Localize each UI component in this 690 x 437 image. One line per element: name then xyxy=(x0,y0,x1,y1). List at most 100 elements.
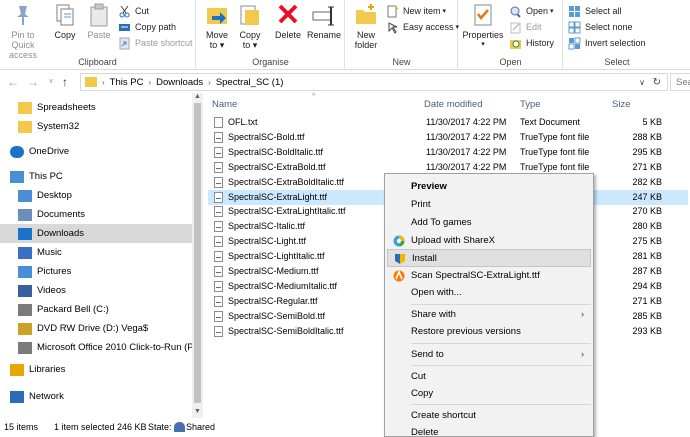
nav-item-videos[interactable]: Videos xyxy=(0,281,192,300)
item-count: 15 items xyxy=(4,422,39,432)
file-name: OFL.txt xyxy=(228,117,258,127)
select-all-button[interactable]: Select all xyxy=(568,3,622,19)
new-folder-button[interactable]: New folder xyxy=(350,2,382,50)
file-type: Text Document xyxy=(520,117,581,127)
address-dropdown-icon[interactable]: ∨ xyxy=(639,78,645,87)
scroll-up-arrow[interactable]: ▲ xyxy=(192,93,203,103)
paste-shortcut-label: Paste shortcut xyxy=(135,38,193,48)
menu-item-open-with[interactable]: Open with... xyxy=(387,284,591,302)
properties-dropdown-icon: ▾ xyxy=(481,41,485,48)
forward-button[interactable]: → xyxy=(26,75,40,89)
column-header-type[interactable]: Type xyxy=(520,99,541,114)
open-group-label: Open xyxy=(499,57,522,67)
menu-item-share-with[interactable]: Share with › xyxy=(387,306,591,324)
properties-button[interactable]: Properties ▾ xyxy=(461,2,505,50)
nav-item-label: Documents xyxy=(37,209,86,220)
history-button[interactable]: History xyxy=(509,35,554,51)
menu-item-print[interactable]: Print xyxy=(387,196,591,214)
nav-item-music[interactable]: Music xyxy=(0,243,192,262)
select-none-button[interactable]: Select none xyxy=(568,19,633,35)
paste-shortcut-button[interactable]: Paste shortcut xyxy=(118,35,193,51)
nav-item-label: Spreadsheets xyxy=(37,102,96,113)
menu-label: Send to xyxy=(411,349,444,360)
menu-item-copy[interactable]: Copy xyxy=(387,385,591,403)
pin-quick-access-button[interactable]: Pin to Quick access xyxy=(0,2,46,60)
menu-label: Copy xyxy=(411,388,434,399)
file-row[interactable]: SpectralSC-Bold.ttf 11/30/2017 4:22 PM Tru… xyxy=(208,130,688,145)
shield-icon xyxy=(394,253,406,265)
new-item-button[interactable]: New item ▾ xyxy=(386,3,446,19)
copy-to-button[interactable]: Copy to ▾ xyxy=(235,2,265,50)
file-date: 11/30/2017 4:22 PM xyxy=(426,117,507,127)
menu-item-preview[interactable]: Preview xyxy=(387,178,591,196)
menu-item-restore-versions[interactable]: Restore previous versions xyxy=(387,323,591,341)
easy-access-icon xyxy=(386,21,399,34)
back-button[interactable]: ← xyxy=(6,75,20,89)
nav-item-onedrive[interactable]: OneDrive xyxy=(0,142,192,161)
new-item-icon xyxy=(386,5,399,18)
nav-item-desktop[interactable]: Desktop xyxy=(0,186,192,205)
nav-item-microsoft-office-2010-click-to-run-pr[interactable]: Microsoft Office 2010 Click-to-Run (Pr xyxy=(0,338,192,357)
nav-item-packard-bell-c[interactable]: Packard Bell (C:) xyxy=(0,300,192,319)
paste-shortcut-icon xyxy=(118,37,131,50)
font-file-icon xyxy=(214,131,223,143)
nav-item-documents[interactable]: Documents xyxy=(0,205,192,224)
move-to-label: Move to ▾ xyxy=(205,30,228,50)
dvd-icon xyxy=(18,322,32,335)
breadcrumb-spectral[interactable]: Spectral_SC (1) xyxy=(216,77,284,88)
menu-item-upload-sharex[interactable]: Upload with ShareX xyxy=(387,232,591,250)
column-header-date[interactable]: Date modified xyxy=(424,99,483,114)
file-row[interactable]: OFL.txt 11/30/2017 4:22 PM Text Document 5 … xyxy=(208,115,688,130)
nav-item-label: Videos xyxy=(37,285,66,296)
paste-button[interactable]: Paste xyxy=(84,2,114,40)
menu-item-delete[interactable]: Delete xyxy=(387,424,591,437)
nav-scrollbar[interactable]: ▲ ▼ xyxy=(192,93,203,418)
drive-icon xyxy=(18,303,32,316)
nav-item-system32[interactable]: System32 xyxy=(0,117,192,136)
font-file-icon xyxy=(214,176,223,188)
file-name: SpectralSC-BoldItalic.ttf xyxy=(228,146,324,157)
open-button[interactable]: Open ▾ xyxy=(509,3,554,19)
menu-item-create-shortcut[interactable]: Create shortcut xyxy=(387,407,591,425)
nav-item-pictures[interactable]: Pictures xyxy=(0,262,192,281)
nav-item-spreadsheets[interactable]: Spreadsheets xyxy=(0,98,192,117)
refresh-icon[interactable]: ↻ xyxy=(653,77,661,88)
menu-item-scan[interactable]: Scan SpectralSC-ExtraLight.ttf xyxy=(387,267,591,285)
nav-item-downloads[interactable]: Downloads xyxy=(0,224,192,243)
easy-access-button[interactable]: Easy access ▾ xyxy=(386,19,459,35)
edit-button[interactable]: Edit xyxy=(509,19,542,35)
menu-item-cut[interactable]: Cut xyxy=(387,368,591,386)
search-input[interactable]: Sea xyxy=(670,73,690,91)
nav-item-network[interactable]: Network xyxy=(0,387,192,406)
nav-item-libraries[interactable]: Libraries xyxy=(0,360,192,379)
menu-label: Scan SpectralSC-ExtraLight.ttf xyxy=(411,270,540,281)
scroll-down-arrow[interactable]: ▼ xyxy=(192,408,203,418)
column-header-size[interactable]: Size xyxy=(612,99,630,114)
cut-button[interactable]: Cut xyxy=(118,3,149,19)
copy-button[interactable]: Copy xyxy=(48,2,82,40)
column-header-name[interactable]: Name xyxy=(212,99,237,114)
rename-button[interactable]: Rename xyxy=(305,2,343,40)
breadcrumb-downloads[interactable]: Downloads xyxy=(156,77,203,88)
nav-item-label: DVD RW Drive (D:) Vega$ xyxy=(37,323,149,334)
menu-item-send-to[interactable]: Send to › xyxy=(387,346,591,364)
recent-locations-button[interactable]: ∨ xyxy=(44,75,58,89)
menu-item-install[interactable]: Install xyxy=(387,249,591,267)
file-name: SpectralSC-Light.ttf xyxy=(228,236,307,247)
menu-item-add-to-games[interactable]: Add To games xyxy=(387,214,591,232)
file-row[interactable]: SpectralSC-BoldItalic.ttf 11/30/2017 4:22… xyxy=(208,145,688,160)
delete-button[interactable]: Delete xyxy=(271,2,305,40)
invert-selection-button[interactable]: Invert selection xyxy=(568,35,646,51)
breadcrumb-this-pc[interactable]: This PC xyxy=(110,77,144,88)
up-button[interactable]: ↑ xyxy=(58,75,72,89)
copy-path-button[interactable]: Copy path xyxy=(118,19,176,35)
move-to-button[interactable]: Move to ▾ xyxy=(201,2,233,50)
scrollbar-thumb[interactable] xyxy=(194,103,201,403)
nav-item-dvd-rw-drive-d-vega[interactable]: DVD RW Drive (D:) Vega$ xyxy=(0,319,192,338)
menu-separator xyxy=(411,404,591,405)
file-size: 295 KB xyxy=(632,146,662,157)
address-bar[interactable]: › This PC › Downloads › Spectral_SC (1) … xyxy=(80,73,668,91)
file-size: 280 KB xyxy=(632,221,662,232)
nav-item-this-pc[interactable]: This PC xyxy=(0,167,192,186)
scissors-icon xyxy=(118,5,131,18)
